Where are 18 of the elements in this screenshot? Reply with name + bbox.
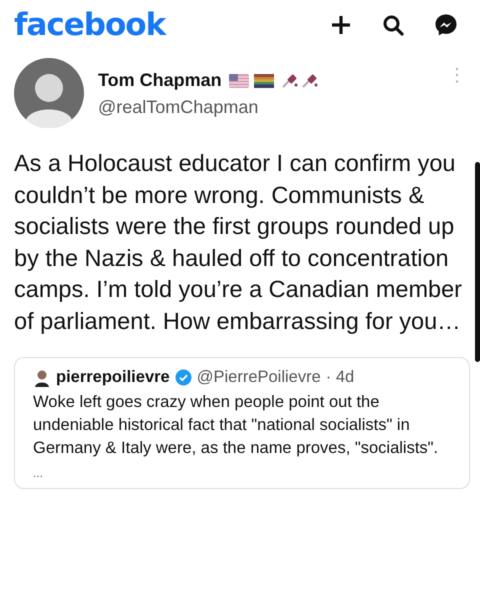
quoted-author-name: pierrepoilievre [56, 368, 170, 387]
rainbow-flag-icon [254, 74, 274, 88]
avatar[interactable] [14, 58, 84, 128]
messenger-icon[interactable] [434, 13, 458, 37]
facebook-logo: facebook [14, 7, 166, 43]
avatar [33, 368, 51, 386]
author-handle: @realTomChapman [98, 97, 260, 118]
search-icon[interactable] [382, 14, 404, 36]
flag-icon [228, 74, 249, 88]
more-options-button[interactable]: ⋮ [448, 64, 466, 86]
author-name: Tom Chapman [98, 70, 222, 91]
plus-icon[interactable] [330, 14, 352, 36]
ellipsis: ... [33, 466, 44, 480]
quoted-post-text: Woke left goes crazy when people point out the undeniable historical fact that "national socialists" in Germany & Italy were, as the name proves, "socialists". [33, 392, 440, 459]
post-time: · 4d [326, 368, 354, 387]
post-text: As a Holocaust educator I can confirm you couldn’t be more wrong. Communists & socialists were the first groups rounded up by the Nazis & hauled off to concentration camps. I’m told you’re a Canadian member of parliament. How embarrassing for you… [14, 149, 464, 336]
quoted-post-card[interactable] [14, 357, 470, 489]
quoted-author-handle: @PierrePoilievre [196, 368, 321, 387]
